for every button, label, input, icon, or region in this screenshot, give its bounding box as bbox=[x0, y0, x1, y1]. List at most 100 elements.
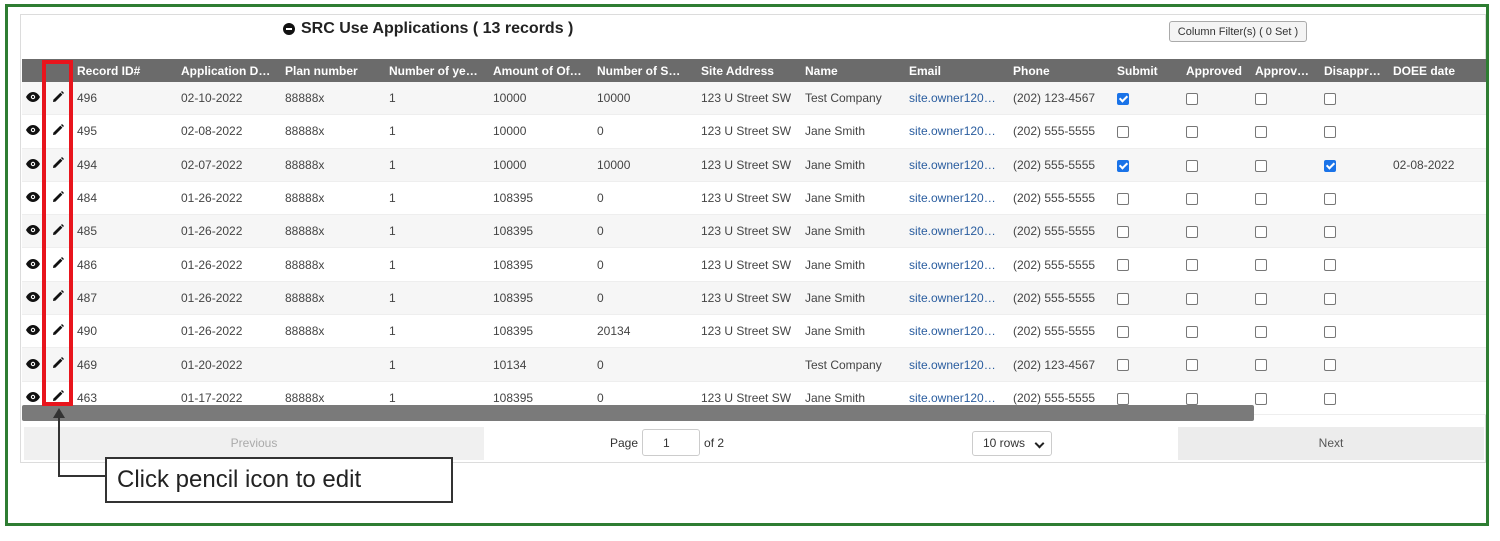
column-header[interactable]: Record ID# bbox=[71, 59, 175, 82]
column-header[interactable]: Name bbox=[799, 59, 903, 82]
submit-checkbox[interactable] bbox=[1117, 159, 1129, 172]
column-header[interactable]: Approved… bbox=[1249, 59, 1318, 82]
submit-checkbox[interactable] bbox=[1117, 326, 1129, 339]
cell-years: 1 bbox=[383, 114, 487, 149]
pencil-icon[interactable] bbox=[52, 157, 64, 172]
column-header[interactable]: Email bbox=[903, 59, 1007, 82]
disapproved-checkbox[interactable] bbox=[1324, 226, 1336, 239]
pencil-icon[interactable] bbox=[52, 357, 64, 372]
cell-email[interactable]: site.owner1200… bbox=[903, 82, 1007, 116]
cell-email[interactable]: site.owner1200… bbox=[903, 314, 1007, 349]
column-header[interactable]: DOEE date bbox=[1387, 59, 1486, 82]
next-button[interactable]: Next bbox=[1178, 427, 1484, 460]
disapproved-checkbox[interactable] bbox=[1324, 159, 1336, 172]
pencil-icon[interactable] bbox=[52, 257, 64, 272]
pencil-icon[interactable] bbox=[52, 390, 64, 405]
approved2-checkbox[interactable] bbox=[1255, 392, 1267, 405]
cell-doee-date bbox=[1387, 181, 1486, 216]
pencil-icon[interactable] bbox=[52, 123, 64, 139]
cell-email[interactable]: site.owner1200… bbox=[903, 281, 1007, 316]
submit-checkbox[interactable] bbox=[1117, 359, 1129, 372]
submit-checkbox[interactable] bbox=[1117, 226, 1129, 239]
eye-icon[interactable] bbox=[26, 391, 40, 405]
disapproved-checkbox[interactable] bbox=[1324, 392, 1336, 405]
approved2-checkbox[interactable] bbox=[1255, 226, 1267, 239]
approved-checkbox[interactable] bbox=[1186, 292, 1198, 305]
disapproved-checkbox[interactable] bbox=[1324, 359, 1336, 372]
eye-icon[interactable] bbox=[26, 358, 40, 372]
page-number-input[interactable]: 1 bbox=[642, 429, 701, 456]
eye-icon[interactable] bbox=[26, 158, 40, 172]
approved-checkbox[interactable] bbox=[1186, 259, 1198, 272]
column-header[interactable]: Application Date bbox=[175, 59, 279, 82]
table-row: 487 01-26-2022 88888x 1 108395 0 123 U Street … bbox=[22, 281, 1486, 316]
submit-checkbox[interactable] bbox=[1117, 192, 1129, 205]
pencil-icon[interactable] bbox=[52, 90, 64, 106]
collapse-icon[interactable] bbox=[283, 23, 295, 35]
submit-checkbox[interactable] bbox=[1117, 392, 1129, 405]
approved2-checkbox[interactable] bbox=[1255, 126, 1267, 139]
cell-amount: 10000 bbox=[487, 114, 591, 149]
approved2-checkbox[interactable] bbox=[1255, 359, 1267, 372]
disapproved-checkbox[interactable] bbox=[1324, 192, 1336, 205]
column-header[interactable]: Number of SRCs bbox=[591, 59, 695, 82]
rows-per-page-select[interactable]: 10 rows bbox=[972, 431, 1052, 456]
approved-checkbox[interactable] bbox=[1186, 359, 1198, 372]
approved-checkbox[interactable] bbox=[1186, 226, 1198, 239]
approved2-checkbox[interactable] bbox=[1255, 292, 1267, 305]
column-header[interactable]: Plan number bbox=[279, 59, 383, 82]
cell-email[interactable]: site.owner1200… bbox=[903, 148, 1007, 182]
column-header[interactable]: Site Address bbox=[695, 59, 799, 82]
submit-checkbox[interactable] bbox=[1117, 259, 1129, 272]
column-header[interactable]: Approved bbox=[1180, 59, 1249, 82]
approved-checkbox[interactable] bbox=[1186, 192, 1198, 205]
previous-button[interactable]: Previous bbox=[24, 427, 484, 460]
submit-checkbox[interactable] bbox=[1117, 126, 1129, 139]
approved-checkbox[interactable] bbox=[1186, 392, 1198, 405]
approved2-checkbox[interactable] bbox=[1255, 159, 1267, 172]
cell-plan: 88888x bbox=[279, 148, 383, 182]
view-cell bbox=[22, 82, 44, 116]
approved-checkbox[interactable] bbox=[1186, 92, 1198, 105]
approved2-checkbox[interactable] bbox=[1255, 326, 1267, 339]
eye-icon[interactable] bbox=[26, 324, 40, 338]
cell-email[interactable]: site.owner1200… bbox=[903, 347, 1007, 382]
eye-icon[interactable] bbox=[26, 124, 40, 138]
disapproved-checkbox[interactable] bbox=[1324, 126, 1336, 139]
column-header[interactable]: Submit bbox=[1111, 59, 1180, 82]
column-header[interactable]: Amount of Offv … bbox=[487, 59, 591, 82]
submit-checkbox[interactable] bbox=[1117, 292, 1129, 305]
pencil-icon[interactable] bbox=[52, 223, 64, 239]
eye-icon[interactable] bbox=[26, 258, 40, 272]
approved-checkbox[interactable] bbox=[1186, 326, 1198, 339]
cell-email[interactable]: site.owner1200… bbox=[903, 214, 1007, 249]
eye-icon[interactable] bbox=[26, 224, 40, 238]
disapproved-checkbox[interactable] bbox=[1324, 326, 1336, 339]
submit-checkbox[interactable] bbox=[1117, 92, 1129, 105]
cell-email[interactable]: site.owner1200… bbox=[903, 181, 1007, 216]
pencil-icon[interactable] bbox=[52, 290, 64, 305]
disapproved-checkbox[interactable] bbox=[1324, 292, 1336, 305]
column-header[interactable]: Disappro… bbox=[1318, 59, 1387, 82]
disapproved-checkbox[interactable] bbox=[1324, 92, 1336, 105]
eye-icon[interactable] bbox=[26, 191, 40, 205]
pencil-icon[interactable] bbox=[52, 190, 64, 206]
approved2-checkbox[interactable] bbox=[1255, 92, 1267, 105]
column-header[interactable]: Number of year… bbox=[383, 59, 487, 82]
eye-icon[interactable] bbox=[26, 91, 40, 105]
cell-email[interactable]: site.owner1200… bbox=[903, 247, 1007, 282]
column-header[interactable]: Phone bbox=[1007, 59, 1111, 82]
disapproved-checkbox[interactable] bbox=[1324, 259, 1336, 272]
cell-plan: 88888x bbox=[279, 281, 383, 316]
pencil-icon[interactable] bbox=[52, 323, 64, 339]
approved-checkbox[interactable] bbox=[1186, 126, 1198, 139]
cell-date: 02-07-2022 bbox=[175, 148, 279, 182]
cell-email[interactable]: site.owner1200… bbox=[903, 114, 1007, 149]
approved-checkbox[interactable] bbox=[1186, 159, 1198, 172]
approved2-checkbox[interactable] bbox=[1255, 192, 1267, 205]
eye-icon[interactable] bbox=[26, 291, 40, 305]
approved2-checkbox[interactable] bbox=[1255, 259, 1267, 272]
column-filter-button[interactable]: Column Filter(s) ( 0 Set ) bbox=[1169, 21, 1307, 42]
callout-connector-horizontal bbox=[58, 475, 106, 477]
horizontal-scrollbar[interactable] bbox=[22, 405, 1254, 421]
